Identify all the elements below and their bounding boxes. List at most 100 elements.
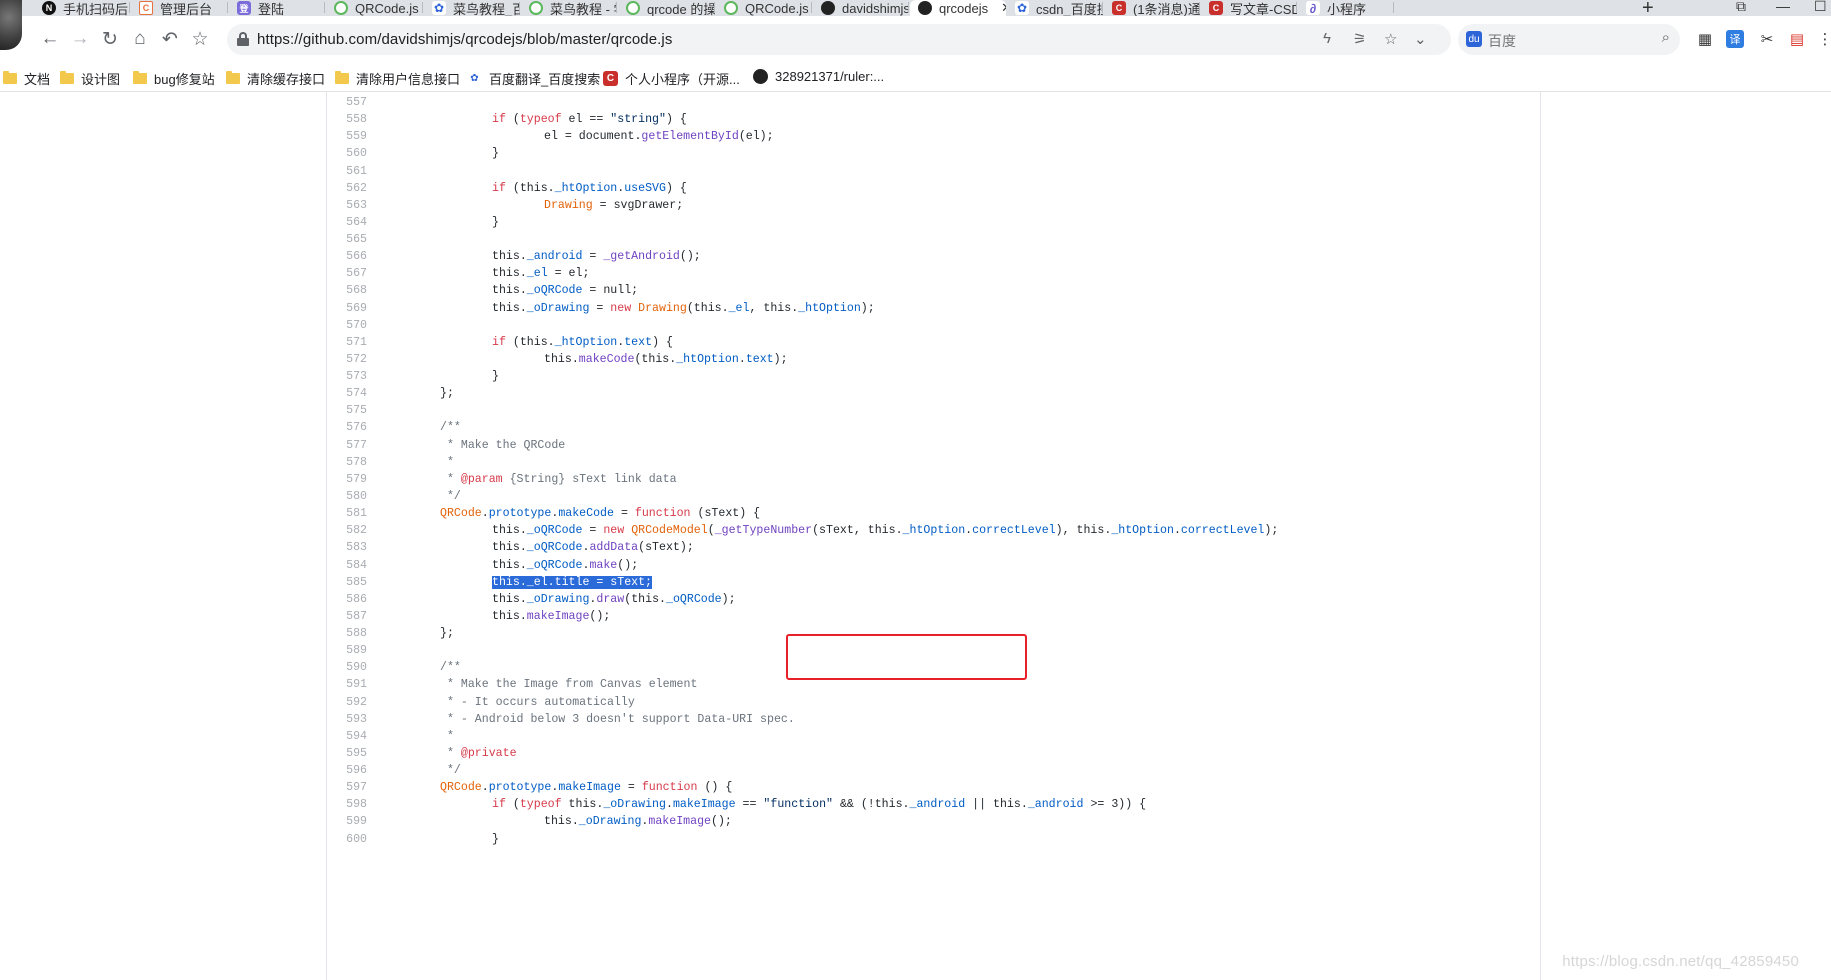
tab-strip: N 手机扫码后 C 管理后台登登陆 QRCode.js ✿菜鸟教程_百 菜鸟教程 - 学 qr… (0, 0, 1831, 16)
line-number[interactable]: 600 (327, 830, 367, 850)
bookmark-label: 文档 (24, 72, 51, 87)
bookmark-item[interactable]: 设计图 (60, 69, 120, 88)
browser-tab[interactable]: 菜鸟教程 - 学 (521, 0, 617, 16)
folder-icon (335, 71, 349, 84)
browser-tab[interactable]: N 手机扫码后 (34, 0, 130, 16)
tab-title: QRCode.js (355, 0, 419, 16)
lightning-icon[interactable]: ϟ (1323, 30, 1331, 47)
bookmark-item[interactable]: 清除用户信息接口 (335, 69, 460, 88)
folder-icon (226, 71, 240, 84)
back-button[interactable]: ← (39, 28, 61, 50)
browser-tab[interactable]: qrcode 的操 (618, 0, 715, 16)
tab-separator (1102, 2, 1103, 13)
home-icon: ⌂ (134, 28, 146, 49)
browser-tab[interactable]: davidshimjs (813, 0, 909, 16)
reload-button[interactable]: ↻ (99, 28, 121, 50)
tab-separator (714, 2, 715, 13)
search-icon[interactable]: ⌕ (1662, 29, 1670, 46)
tab-title: 小程序 (1327, 1, 1367, 17)
address-bar[interactable]: https://github.com/davidshimjs/qrcodejs/… (227, 24, 1451, 55)
tab-separator (324, 2, 325, 13)
translate-extension-icon[interactable]: 译 (1726, 30, 1744, 48)
notion-icon: N (42, 1, 56, 15)
watermark: https://blog.csdn.net/qq_42859450 (1562, 953, 1799, 970)
csdn-icon: C (1209, 1, 1223, 15)
miniprogram-icon: ∂ (1306, 1, 1320, 16)
pdf-icon[interactable]: ▤ (1788, 30, 1806, 48)
bookmark-label: 328921371/ruler:... (775, 69, 885, 84)
tab-separator (616, 2, 617, 13)
runoob-icon (334, 1, 348, 15)
tab-separator (422, 2, 423, 13)
forward-arrow-icon: → (70, 28, 90, 49)
admin-icon: C (139, 1, 153, 15)
tab-separator (1296, 2, 1297, 13)
browser-tab[interactable]: C 管理后台 (131, 0, 228, 16)
folder-icon (60, 71, 74, 84)
close-tab-icon[interactable]: ✕ (1001, 0, 1006, 16)
tab-title: davidshimjs (842, 0, 909, 16)
csdn-icon: C (1112, 1, 1126, 15)
translate-icon[interactable]: ⚞ (1353, 30, 1366, 48)
favorite-button[interactable]: ☆ (189, 28, 211, 50)
home-button[interactable]: ⌂ (129, 28, 151, 50)
bookmark-item[interactable]: 清除缓存接口 (226, 69, 325, 88)
tab-separator (227, 2, 228, 13)
browser-toolbar: ← → ↻ ⌂ ↶ ☆ https://github.com/davidshim… (0, 16, 1831, 66)
minimize-button[interactable]: — (1776, 0, 1790, 14)
tab-separator (1393, 2, 1394, 13)
collections-icon[interactable]: ⧉ (1736, 0, 1746, 15)
tab-title: 菜鸟教程 - 学 (550, 1, 617, 17)
runoob-icon (529, 1, 543, 15)
browser-tab[interactable]: QRCode.js (326, 0, 423, 16)
scissors-icon[interactable]: ✂ (1758, 30, 1776, 48)
runoob-icon (626, 1, 640, 15)
tab-title: 手机扫码后 (63, 1, 129, 17)
browser-tab[interactable]: QRCode.js (716, 0, 812, 16)
undo-button[interactable]: ↶ (159, 28, 181, 50)
new-tab-button[interactable]: + (1642, 0, 1654, 16)
browser-tab[interactable]: qrcodejs ✕ (910, 0, 1006, 16)
search-placeholder: 百度 (1488, 33, 1516, 49)
folder-icon (3, 71, 17, 84)
bookmark-label: 清除缓存接口 (247, 72, 326, 87)
browser-tab[interactable]: 登登陆 (229, 0, 325, 16)
runoob-icon (724, 1, 738, 15)
profile-avatar[interactable] (0, 0, 22, 50)
tab-separator (519, 2, 520, 13)
bookmarks-bar: 文档 设计图 bug修复站 清除缓存接口 清除用户信息接口 ✿ 百度翻译_百度搜索 C 个人小程… (0, 66, 1831, 92)
browser-tab[interactable]: ✿ 菜鸟教程_百 (424, 0, 520, 16)
tab-separator (908, 2, 909, 13)
browser-tab[interactable]: C 写文章-CSDN (1201, 0, 1297, 16)
chevron-down-icon[interactable]: ⌄ (1414, 30, 1427, 48)
csdn-icon: C (603, 71, 618, 86)
browser-tab[interactable]: C (1条消息)通 (1104, 0, 1200, 16)
bookmark-item[interactable]: 328921371/ruler:... (753, 69, 884, 84)
undo-icon: ↶ (162, 28, 178, 50)
github-icon (821, 1, 835, 15)
qr-icon[interactable]: ▦ (1696, 30, 1714, 48)
bookmark-star-icon[interactable]: ☆ (1384, 30, 1397, 48)
lock-icon (237, 32, 249, 46)
tab-separator (129, 2, 130, 13)
extensions-icon[interactable]: ⋮ (1816, 30, 1831, 48)
tab-title: qrcode 的操 (647, 1, 715, 17)
maximize-button[interactable]: ☐ (1814, 0, 1827, 15)
bookmark-item[interactable]: bug修复站 (133, 69, 215, 88)
back-arrow-icon: ← (40, 28, 60, 49)
forward-button[interactable]: → (69, 28, 91, 50)
tab-title: 管理后台 (160, 1, 213, 17)
baidu-icon: ✿ (467, 71, 482, 86)
bookmark-item[interactable]: 文档 (3, 69, 50, 88)
github-icon (753, 69, 768, 84)
tab-title: (1条消息)通 (1133, 1, 1200, 17)
bookmark-label: bug修复站 (154, 72, 215, 87)
url-text[interactable]: https://github.com/davidshimjs/qrcodejs/… (257, 31, 672, 48)
bookmark-item[interactable]: ✿ 百度翻译_百度搜索 (467, 69, 600, 88)
browser-tab[interactable]: ∂ 小程序 (1298, 0, 1394, 16)
bookmark-item[interactable]: C 个人小程序（开源... (603, 69, 740, 88)
search-box[interactable]: du 百度 ⌕ (1458, 24, 1680, 55)
browser-tab[interactable]: ✿ csdn_百度搜 (1007, 0, 1103, 16)
code-text: } (492, 832, 499, 846)
tab-title: 登陆 (258, 1, 285, 17)
